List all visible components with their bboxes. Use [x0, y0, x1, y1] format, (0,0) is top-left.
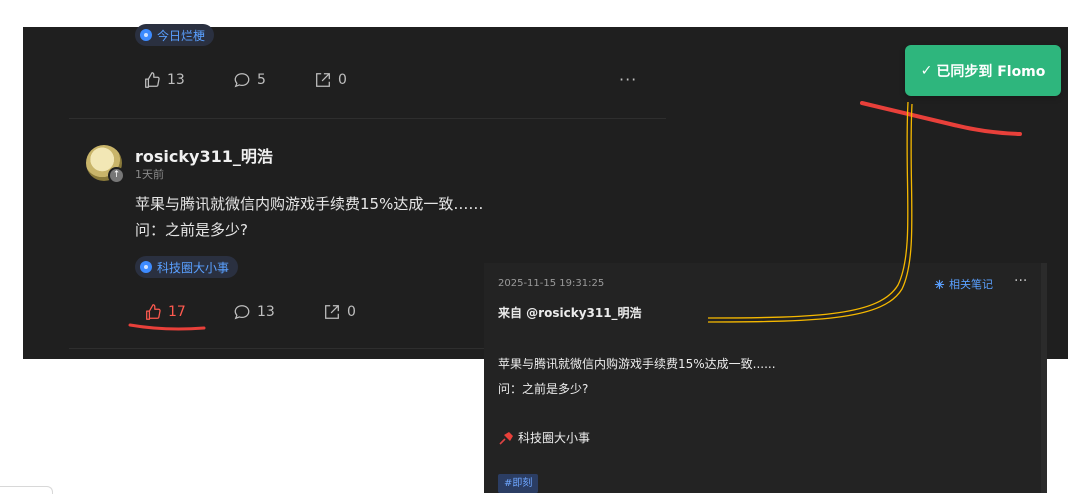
post-divider: [69, 348, 489, 349]
card-scrollbar[interactable]: [1041, 263, 1047, 493]
note-tag[interactable]: #即刻: [498, 474, 539, 493]
more-options-icon[interactable]: ···: [619, 70, 637, 89]
comment-icon: [234, 305, 250, 320]
topic-pill-prev[interactable]: 今日烂梗: [135, 24, 215, 46]
share-button[interactable]: 0: [323, 303, 356, 321]
note-more-icon[interactable]: ···: [1014, 273, 1027, 289]
sync-success-toast: ✓ 已同步到 Flomo: [905, 45, 1061, 96]
comment-button[interactable]: 13: [233, 303, 275, 321]
share-icon: [325, 305, 339, 319]
note-timestamp: 2025-11-15 19:31:25: [498, 278, 605, 289]
thumbs-up-icon: [145, 72, 160, 88]
thumbs-up-icon: [146, 304, 161, 320]
related-notes-label: 相关笔记: [949, 278, 993, 291]
share-button-prev[interactable]: 0: [314, 71, 347, 89]
share-count: 0: [338, 72, 347, 88]
share-icon: [316, 73, 330, 87]
sparkle-icon: [934, 279, 945, 289]
post-time: 1天前: [135, 168, 164, 181]
avatar[interactable]: ↑: [86, 145, 125, 184]
note-source: 来自 @rosicky311_明浩: [498, 306, 642, 320]
topic-label: 科技圈大小事: [157, 260, 230, 275]
flomo-note-card: 2025-11-15 19:31:25 相关笔记 ··· 来自 @rosicky…: [484, 263, 1047, 493]
topic-icon: [140, 261, 152, 273]
like-count: 13: [167, 72, 185, 88]
post-divider: [69, 118, 666, 119]
note-line1: 苹果与腾讯就微信内购游戏手续费15%达成一致......: [498, 357, 776, 371]
topic-icon: [140, 29, 152, 41]
comment-icon: [234, 73, 250, 88]
share-count: 0: [347, 304, 356, 320]
toast-text: 已同步到 Flomo: [936, 63, 1046, 80]
note-topic-line: 科技圈大小事: [498, 429, 590, 446]
comment-count: 5: [257, 72, 266, 88]
topic-pill[interactable]: 科技圈大小事: [135, 256, 239, 278]
like-button-prev[interactable]: 13: [143, 71, 185, 89]
note-topic: 科技圈大小事: [518, 431, 591, 445]
post-text-line1: 苹果与腾讯就微信内购游戏手续费15%达成一致……: [135, 195, 484, 213]
like-count: 17: [168, 304, 186, 320]
comment-count: 13: [257, 304, 275, 320]
like-button[interactable]: 17: [144, 303, 186, 321]
verified-badge-icon: ↑: [108, 167, 125, 184]
check-icon: ✓: [920, 62, 933, 79]
note-line2: 问：之前是多少?: [498, 382, 589, 396]
related-notes-button[interactable]: 相关笔记: [934, 276, 993, 292]
topic-label: 今日烂梗: [157, 28, 206, 43]
post-text-line2: 问：之前是多少?: [135, 221, 248, 239]
comment-button-prev[interactable]: 5: [233, 71, 266, 89]
post-username[interactable]: rosicky311_明浩: [135, 143, 273, 167]
pushpin-icon: [499, 431, 513, 445]
